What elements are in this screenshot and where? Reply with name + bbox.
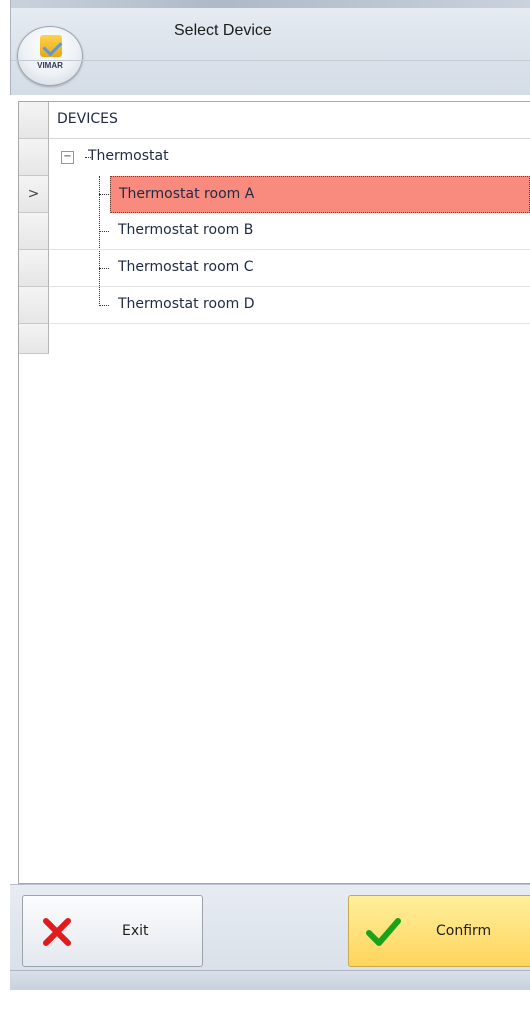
selected-device-cell[interactable]: Thermostat room A (110, 176, 530, 213)
exit-button[interactable]: Exit (22, 895, 203, 967)
indicator-cell[interactable] (19, 139, 49, 176)
device-label: Thermostat room C (118, 259, 254, 275)
device-cell[interactable]: Thermostat room C (110, 250, 530, 287)
indicator-cell[interactable] (19, 213, 49, 250)
app-menu-button[interactable]: VIMAR (17, 26, 83, 86)
status-bar (10, 970, 530, 990)
confirm-button-label: Confirm (436, 923, 492, 939)
confirm-button[interactable]: Confirm (348, 895, 530, 967)
tree-node-thermostat[interactable]: − Thermostat (49, 139, 530, 176)
indicator-cell[interactable] (19, 287, 49, 324)
row-indicator-column: > (19, 102, 49, 354)
device-label: Thermostat room D (118, 296, 255, 312)
tree-node-label: Thermostat (88, 148, 169, 164)
vimar-logo-icon (40, 35, 62, 57)
x-icon (43, 918, 71, 946)
tree-node-child[interactable]: Thermostat room A (49, 176, 530, 213)
column-header-devices[interactable]: DEVICES (49, 102, 530, 139)
tree-node-child[interactable]: Thermostat room C (49, 250, 530, 287)
logo-text: VIMAR (37, 61, 63, 70)
collapse-icon[interactable]: − (61, 151, 74, 164)
title-bar: VIMAR Select Device (10, 0, 530, 95)
checkmark-icon (366, 918, 401, 946)
device-grid: > DEVICES − Thermostat Thermostat room A… (18, 101, 530, 884)
window-title: Select Device (174, 22, 272, 39)
bottom-toolbar: Exit Confirm (10, 884, 530, 990)
column-header-label: DEVICES (57, 111, 118, 127)
device-label: Thermostat room B (118, 222, 254, 238)
device-cell[interactable]: Thermostat room D (110, 287, 530, 324)
device-cell[interactable]: Thermostat room B (110, 213, 530, 250)
current-row-arrow-icon: > (27, 186, 40, 202)
title-divider (11, 60, 530, 61)
indicator-cell[interactable] (19, 250, 49, 287)
device-label: Thermostat room A (119, 186, 255, 202)
indicator-cell[interactable] (19, 324, 49, 354)
tree-node-child[interactable]: Thermostat room D (49, 287, 530, 324)
exit-button-label: Exit (122, 923, 149, 939)
indicator-header-cell (19, 102, 49, 139)
indicator-cell-current[interactable]: > (19, 176, 49, 213)
tree-node-child[interactable]: Thermostat room B (49, 213, 530, 250)
